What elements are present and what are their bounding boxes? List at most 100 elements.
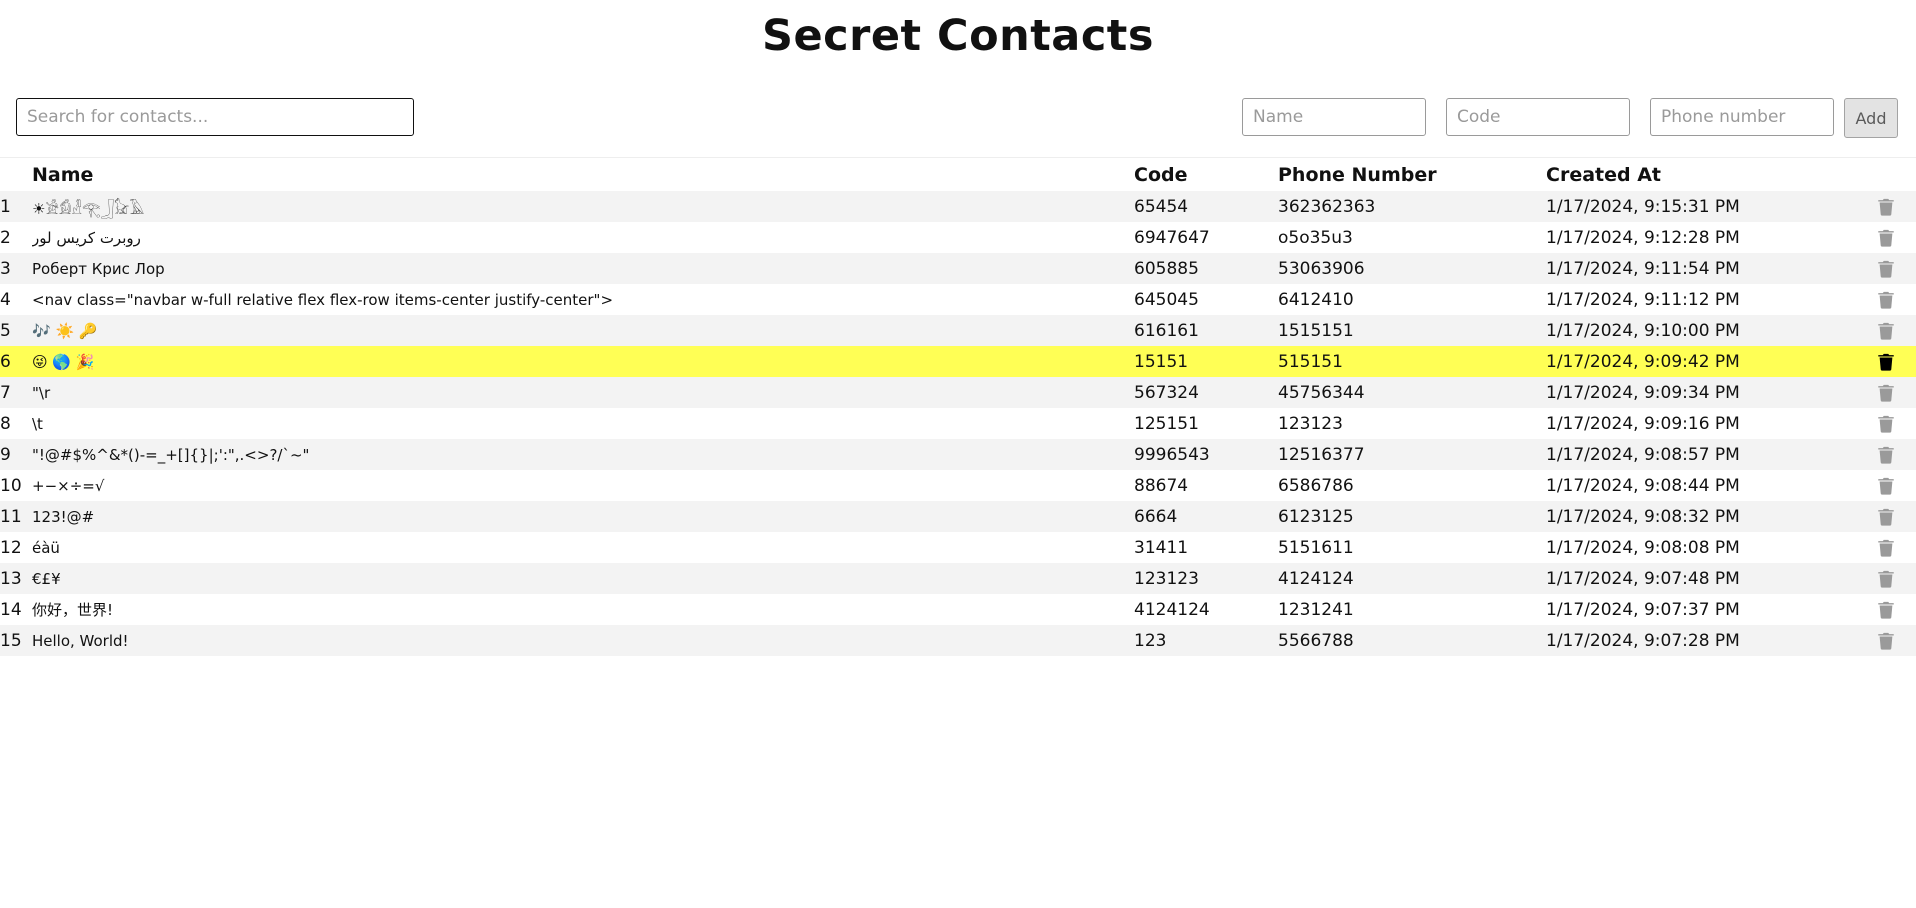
row-actions	[1876, 191, 1916, 222]
delete-button[interactable]	[1876, 630, 1898, 652]
contact-created-at: 1/17/2024, 9:08:08 PM	[1546, 537, 1740, 558]
row-index: 6	[0, 351, 11, 372]
delete-button[interactable]	[1876, 227, 1898, 249]
row-index: 13	[0, 568, 22, 589]
delete-button[interactable]	[1876, 599, 1898, 621]
row-index: 5	[0, 320, 11, 341]
contact-phone: 1515151	[1278, 320, 1354, 341]
contact-name: "!@#$%^&*()-=_+[]{}|;':",.<>?/`~"	[32, 445, 310, 464]
trash-icon	[1878, 570, 1894, 588]
contact-created-at: 1/17/2024, 9:09:16 PM	[1546, 413, 1740, 434]
row-actions	[1876, 377, 1916, 408]
contact-code: 645045	[1134, 289, 1199, 310]
trash-icon	[1878, 477, 1894, 495]
contact-code: 123	[1134, 630, 1167, 651]
table-row: 4 <nav class="navbar w-full relative flex…	[0, 284, 1916, 315]
contact-code: 31411	[1134, 537, 1189, 558]
contact-code: 125151	[1134, 413, 1199, 434]
table-row: 14 你好，世界! 4124124 1231241 1/17/2024, 9:07:37…	[0, 594, 1916, 625]
contact-created-at: 1/17/2024, 9:07:28 PM	[1546, 630, 1740, 651]
contact-phone: 45756344	[1278, 382, 1365, 403]
contact-created-at: 1/17/2024, 9:08:57 PM	[1546, 444, 1740, 465]
delete-button[interactable]	[1876, 475, 1898, 497]
delete-button[interactable]	[1876, 289, 1898, 311]
contact-created-at: 1/17/2024, 9:15:31 PM	[1546, 196, 1740, 217]
row-index: 4	[0, 289, 11, 310]
contact-phone: 6123125	[1278, 506, 1354, 527]
delete-button[interactable]	[1876, 196, 1898, 218]
name-field[interactable]	[1242, 98, 1426, 136]
contact-phone: 5566788	[1278, 630, 1354, 651]
row-index: 14	[0, 599, 22, 620]
contact-created-at: 1/17/2024, 9:10:00 PM	[1546, 320, 1740, 341]
table-row: 12 éàü 31411 5151611 1/17/2024, 9:08:08 PM	[0, 532, 1916, 563]
contact-phone: 6412410	[1278, 289, 1354, 310]
column-header-phone: Phone Number	[1278, 164, 1437, 186]
contact-phone: 362362363	[1278, 196, 1376, 217]
table-row: 8 \t 125151 123123 1/17/2024, 9:09:16 PM	[0, 408, 1916, 439]
contact-code: 605885	[1134, 258, 1199, 279]
contact-created-at: 1/17/2024, 9:08:44 PM	[1546, 475, 1740, 496]
row-index: 10	[0, 475, 22, 496]
contact-created-at: 1/17/2024, 9:07:37 PM	[1546, 599, 1740, 620]
trash-icon	[1878, 415, 1894, 433]
row-index: 7	[0, 382, 11, 403]
delete-button[interactable]	[1876, 568, 1898, 590]
contact-phone: 1231241	[1278, 599, 1354, 620]
delete-button[interactable]	[1876, 506, 1898, 528]
contact-name: 😜 🌎 🎉	[32, 352, 95, 371]
row-actions	[1876, 284, 1916, 315]
code-field[interactable]	[1446, 98, 1630, 136]
contact-phone: 515151	[1278, 351, 1343, 372]
add-button[interactable]: Add	[1844, 98, 1898, 138]
row-actions	[1876, 470, 1916, 501]
contact-created-at: 1/17/2024, 9:11:12 PM	[1546, 289, 1740, 310]
contact-created-at: 1/17/2024, 9:12:28 PM	[1546, 227, 1740, 248]
contact-name: Hello, World!	[32, 631, 129, 650]
contact-name: €£¥	[32, 569, 61, 588]
row-index: 3	[0, 258, 11, 279]
row-actions	[1876, 315, 1916, 346]
row-actions	[1876, 253, 1916, 284]
contact-name: 123!@#	[32, 507, 95, 526]
contact-list: 1 ☀𓀀𓀁𓁐𓂀𓃀𓃠𓄿 65454 362362363 1/17/2024, 9:15:3…	[0, 191, 1916, 656]
contact-phone: 53063906	[1278, 258, 1365, 279]
contact-name: éàü	[32, 538, 60, 557]
column-header-action	[1876, 159, 1916, 191]
delete-button[interactable]	[1876, 351, 1898, 373]
row-index: 12	[0, 537, 22, 558]
contact-code: 6664	[1134, 506, 1178, 527]
row-actions	[1876, 222, 1916, 253]
contact-name: +−×÷=√	[32, 476, 105, 495]
contact-phone: 6586786	[1278, 475, 1354, 496]
row-index: 11	[0, 506, 22, 527]
contact-name: Роберт Крис Лор	[32, 259, 165, 278]
delete-button[interactable]	[1876, 444, 1898, 466]
contact-created-at: 1/17/2024, 9:07:48 PM	[1546, 568, 1740, 589]
search-input[interactable]	[16, 98, 414, 136]
delete-button[interactable]	[1876, 320, 1898, 342]
contact-code: 567324	[1134, 382, 1199, 403]
delete-button[interactable]	[1876, 413, 1898, 435]
delete-button[interactable]	[1876, 258, 1898, 280]
row-index: 1	[0, 196, 11, 217]
trash-icon	[1878, 291, 1894, 309]
phone-number-field[interactable]	[1650, 98, 1834, 136]
header-divider	[0, 157, 1916, 158]
delete-button[interactable]	[1876, 537, 1898, 559]
row-index: 8	[0, 413, 11, 434]
trash-icon	[1878, 539, 1894, 557]
trash-icon	[1878, 198, 1894, 216]
trash-icon	[1878, 260, 1894, 278]
trash-icon	[1878, 508, 1894, 526]
contact-phone: o5o35u3	[1278, 227, 1353, 248]
table-row: 15 Hello, World! 123 5566788 1/17/2024, 9:07…	[0, 625, 1916, 656]
trash-icon	[1878, 446, 1894, 464]
table-row: 13 €£¥ 123123 4124124 1/17/2024, 9:07:48 PM	[0, 563, 1916, 594]
row-actions	[1876, 439, 1916, 470]
column-header-index	[0, 159, 32, 191]
contact-name: ☀𓀀𓀁𓁐𓂀𓃀𓃠𓄿	[32, 200, 145, 218]
contact-phone: 5151611	[1278, 537, 1354, 558]
contact-name: \t	[32, 414, 43, 433]
delete-button[interactable]	[1876, 382, 1898, 404]
